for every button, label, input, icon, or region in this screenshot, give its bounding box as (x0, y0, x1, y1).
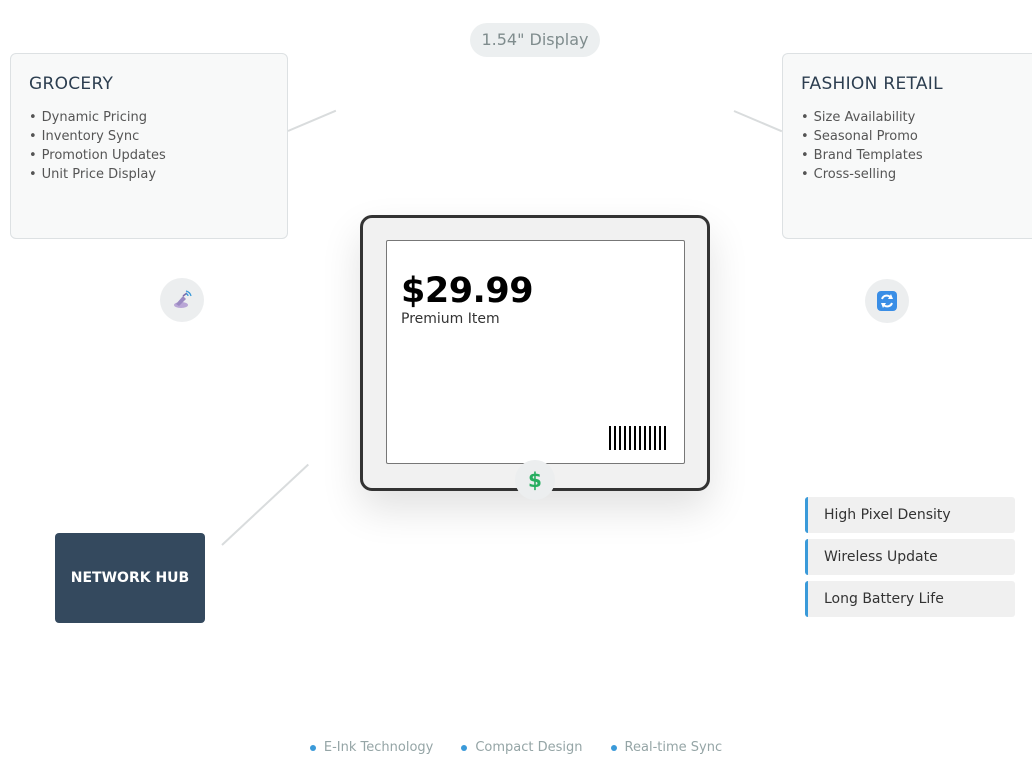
bullet-dot-icon (610, 744, 617, 751)
barcode-icon (609, 426, 671, 450)
footer-tag: Real-time Sync (610, 740, 723, 755)
feature-label: Long Battery Life (824, 591, 944, 607)
fashion-retail-card: FASHION RETAIL Size Availability Seasona… (782, 53, 1032, 239)
footer-tag: Compact Design (461, 740, 583, 755)
footer-tags: E-Ink Technology Compact Design Real-tim… (0, 740, 1032, 755)
connector-fashion (733, 110, 783, 133)
esl-device: $29.99 Premium Item $ (360, 215, 710, 500)
feature-wireless-update: Wireless Update (805, 539, 1015, 575)
refresh-icon (865, 279, 909, 323)
footer-tag-label: Compact Design (475, 740, 583, 755)
fashion-list: Size Availability Seasonal Promo Brand T… (801, 108, 1026, 184)
item-name: Premium Item (401, 311, 500, 327)
dollar-icon: $ (515, 460, 555, 500)
price-label: $29.99 (401, 271, 534, 311)
feature-label: Wireless Update (824, 549, 938, 565)
network-hub-label: NETWORK HUB (70, 570, 190, 586)
footer-tag-label: Real-time Sync (624, 740, 723, 755)
list-item: Dynamic Pricing (29, 108, 269, 127)
connector-grocery (287, 109, 337, 132)
esl-screen: $29.99 Premium Item (386, 240, 685, 464)
list-item: Promotion Updates (29, 146, 269, 165)
bullet-dot-icon (461, 744, 468, 751)
fashion-title: FASHION RETAIL (801, 74, 943, 94)
footer-tag: E-Ink Technology (309, 740, 434, 755)
list-item: Inventory Sync (29, 127, 269, 146)
feature-high-pixel-density: High Pixel Density (805, 497, 1015, 533)
list-item: Cross-selling (801, 165, 1026, 184)
list-item: Unit Price Display (29, 165, 269, 184)
footer-tag-label: E-Ink Technology (323, 740, 434, 755)
grocery-card: GROCERY Dynamic Pricing Inventory Sync P… (10, 53, 288, 239)
feature-label: High Pixel Density (824, 507, 951, 523)
connector-hub (221, 463, 309, 546)
bullet-dot-icon (309, 744, 316, 751)
feature-long-battery-life: Long Battery Life (805, 581, 1015, 617)
display-size-pill: 1.54" Display (470, 23, 600, 57)
grocery-title: GROCERY (29, 74, 114, 94)
satellite-antenna-icon (160, 278, 204, 322)
network-hub: NETWORK HUB (55, 533, 205, 623)
grocery-list: Dynamic Pricing Inventory Sync Promotion… (29, 108, 269, 184)
list-item: Seasonal Promo (801, 127, 1026, 146)
list-item: Size Availability (801, 108, 1026, 127)
list-item: Brand Templates (801, 146, 1026, 165)
